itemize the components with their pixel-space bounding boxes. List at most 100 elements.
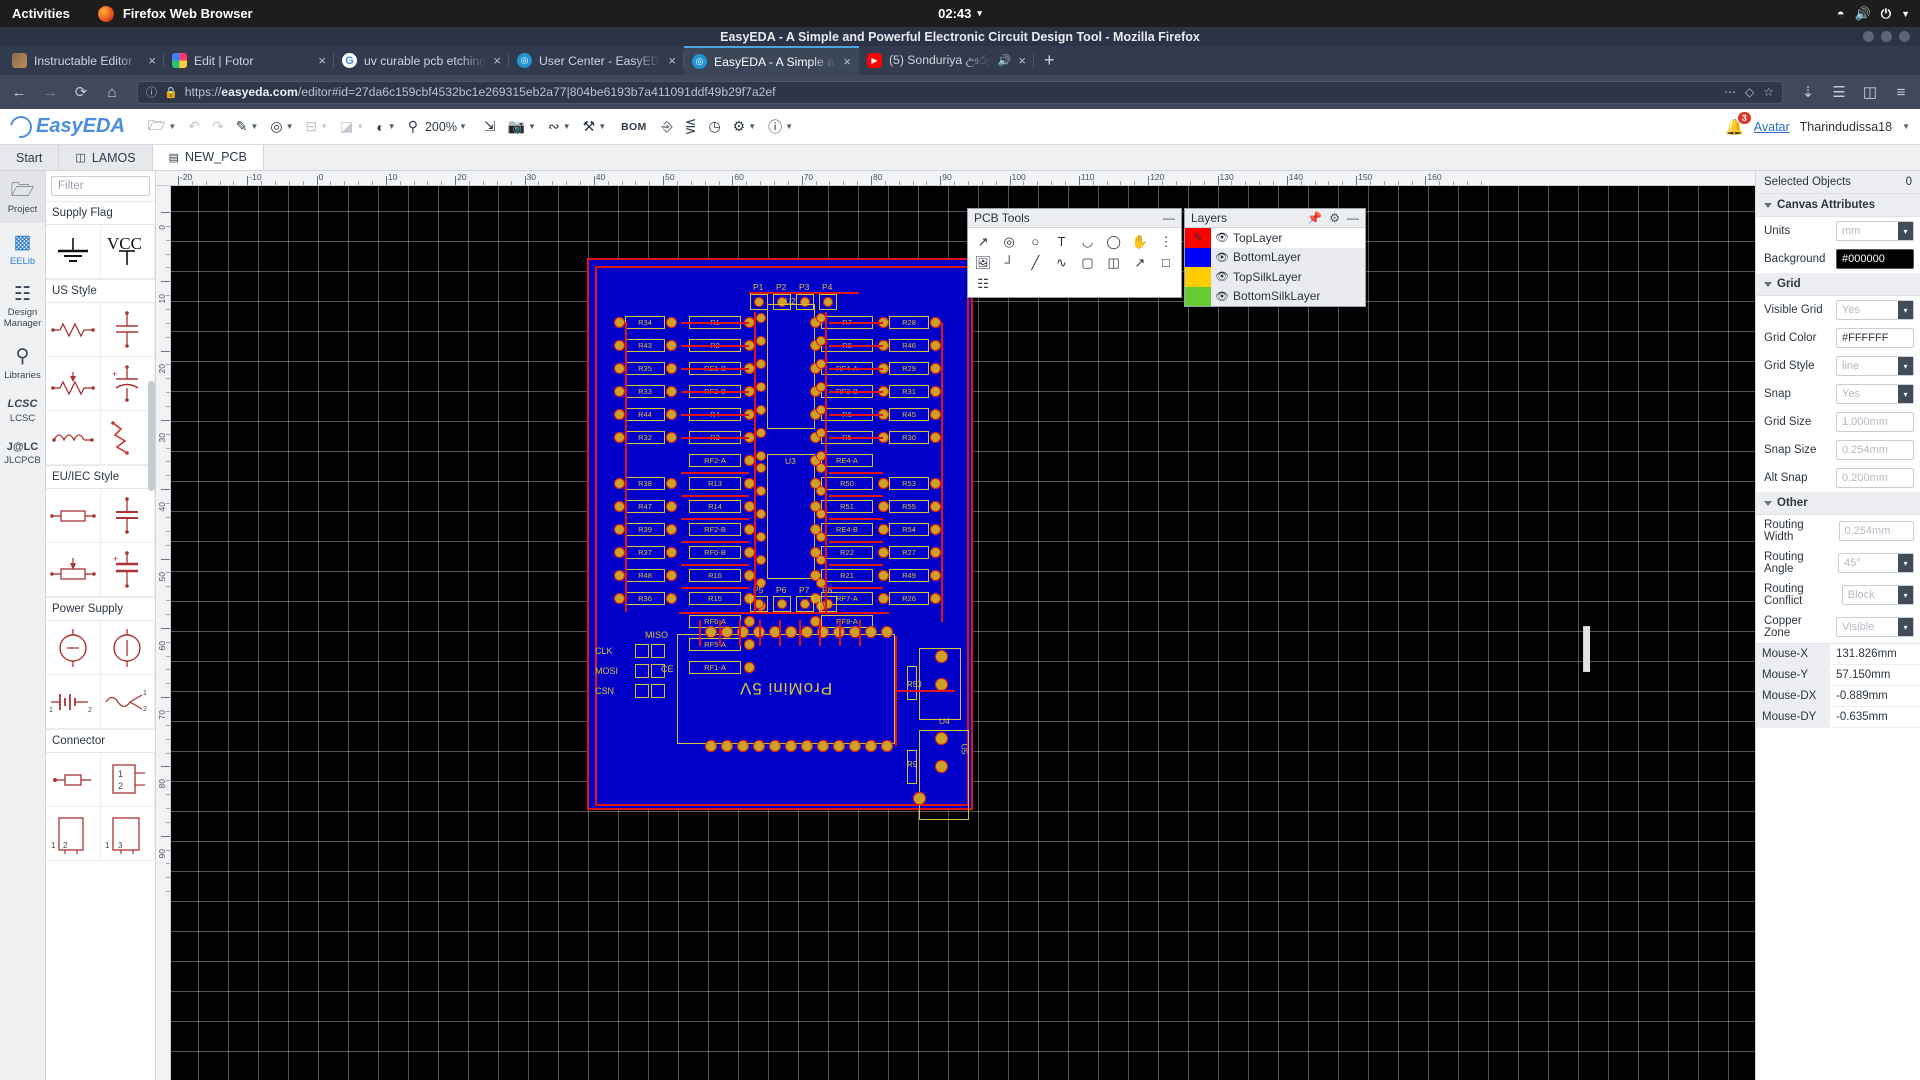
pcb-pad[interactable] xyxy=(613,569,625,581)
layers-panel[interactable]: Layers 📌 ⚙ — ✎ 👁 TopLayer 👁 BottomLayer … xyxy=(1184,208,1366,307)
circle-icon[interactable]: ◯ xyxy=(1101,231,1127,252)
pcb-designator[interactable]: R36 xyxy=(625,592,665,605)
pcb-pad[interactable] xyxy=(665,408,677,420)
pcb-silk-outline[interactable] xyxy=(635,664,649,678)
measure-icon[interactable]: ↗ xyxy=(1127,252,1153,273)
library-filter-input[interactable]: Filter xyxy=(51,176,150,196)
pcb-designator[interactable]: R13 xyxy=(689,477,741,490)
pcb-designator[interactable]: R26 xyxy=(889,592,929,605)
background-color-input[interactable]: #000000 xyxy=(1836,249,1914,269)
pcb-pad[interactable] xyxy=(929,477,941,489)
pcb-pad[interactable] xyxy=(934,677,948,691)
reload-button[interactable]: ⟳ xyxy=(71,83,91,101)
library-item-vcc[interactable]: VCC xyxy=(100,225,155,279)
via-icon[interactable]: ○ xyxy=(1022,231,1048,252)
pcb-trace[interactable] xyxy=(829,472,883,474)
pcb-trace[interactable] xyxy=(754,312,756,612)
tab-audio-icon[interactable]: 🔊 xyxy=(998,54,1012,67)
browser-tab-2[interactable]: Edit | Fotor × xyxy=(164,46,334,75)
pcb-designator[interactable]: RF0-B xyxy=(689,546,741,559)
pcb-silk-outline[interactable] xyxy=(651,684,665,698)
pcb-designator[interactable]: R51 xyxy=(821,500,873,513)
menu-icon[interactable]: ≡ xyxy=(1891,84,1911,101)
pcb-trace[interactable] xyxy=(829,345,883,347)
pcb-canvas[interactable]: P1P2P3P4U2U3R34R1R43R2R35RE1-BR33RF2-BR4… xyxy=(171,186,1755,1080)
pcb-pad[interactable] xyxy=(934,731,948,745)
vertical-ruler[interactable]: 0 10 20 30 40 50 60 70 80 90 xyxy=(156,186,171,1080)
pcb-pad[interactable] xyxy=(877,523,889,535)
library-item-potentiometer-eu[interactable] xyxy=(46,543,101,597)
pcb-pad[interactable] xyxy=(613,339,625,351)
copper-area-icon[interactable]: ◫ xyxy=(1101,252,1127,273)
pcb-pad[interactable] xyxy=(929,408,941,420)
sidebar-item-eelib[interactable]: ▩ EELib xyxy=(0,223,45,275)
pcb-designator[interactable]: R32 xyxy=(625,431,665,444)
pcb-pad[interactable] xyxy=(801,626,813,638)
pcb-designator[interactable]: R29 xyxy=(889,362,929,375)
layer-row-topsilklayer[interactable]: 👁 TopSilkLayer xyxy=(1185,267,1365,287)
pcb-pad[interactable] xyxy=(877,546,889,558)
window-controls[interactable] xyxy=(1863,31,1910,42)
grid-color-input[interactable]: #FFFFFF xyxy=(1836,328,1914,348)
pcb-trace[interactable] xyxy=(681,495,749,497)
pcb-component-outline[interactable] xyxy=(907,666,917,700)
pcb-pad[interactable] xyxy=(877,592,889,604)
track-icon[interactable]: ↗ xyxy=(970,231,996,252)
pin-icon[interactable]: 📌 xyxy=(1307,211,1322,225)
pcb-designator[interactable]: R44 xyxy=(625,408,665,421)
pcb-silk-outline[interactable] xyxy=(651,644,665,658)
library-item-header-2pin[interactable]: 12 xyxy=(100,753,155,807)
pcb-pad[interactable] xyxy=(756,405,766,415)
pcb-trace[interactable] xyxy=(829,518,883,520)
place-tools-button[interactable]: ◎ ▼ xyxy=(265,115,298,138)
layer-color-swatch[interactable] xyxy=(1185,267,1211,287)
pcb-tools-panel[interactable]: PCB Tools — ↗ ◎ ○ T ◡ ◯ ✋ ⋮ 🖼 ┘ ╱ ∿ ▢ ◫ … xyxy=(967,208,1182,298)
pcb-designator[interactable]: R53 xyxy=(889,477,929,490)
pcb-pad[interactable] xyxy=(881,626,893,638)
pcb-trace[interactable] xyxy=(595,266,597,806)
grid-section[interactable]: Grid xyxy=(1756,273,1920,296)
pcb-trace[interactable] xyxy=(679,612,889,614)
import-button[interactable]: ⇲ xyxy=(479,115,501,138)
file-menu-button[interactable]: 🗁 ▼ xyxy=(143,112,181,142)
power-icon[interactable]: ⏻ xyxy=(1881,6,1891,22)
pcb-trace[interactable] xyxy=(699,620,701,646)
pcb-pad[interactable] xyxy=(613,408,625,420)
corner-icon[interactable]: ┘ xyxy=(996,252,1022,273)
pcb-designator[interactable]: RE4-A xyxy=(821,454,873,467)
text-icon[interactable]: T xyxy=(1048,231,1074,252)
rect-icon[interactable]: □ xyxy=(1153,252,1179,273)
pcb-trace[interactable] xyxy=(681,587,749,589)
tab-lamos[interactable]: ◫ LAMOS xyxy=(59,145,153,170)
pcb-pad[interactable] xyxy=(756,428,766,438)
notification-bell-icon[interactable]: 🔔 3 xyxy=(1725,111,1751,136)
pcb-designator[interactable]: RF8-A xyxy=(821,615,873,628)
pcb-designator[interactable]: R46 xyxy=(889,339,929,352)
pcb-pad[interactable] xyxy=(865,626,877,638)
library-item-potentiometer-us[interactable] xyxy=(46,357,101,411)
pcb-designator[interactable]: RE4-B xyxy=(821,523,873,536)
minimize-button[interactable] xyxy=(1863,31,1874,42)
close-icon[interactable]: × xyxy=(493,53,501,68)
pcb-pad[interactable] xyxy=(801,740,813,752)
layer-color-swatch[interactable] xyxy=(1185,286,1211,306)
history-button[interactable]: ◷ xyxy=(703,115,725,138)
pcb-pad[interactable] xyxy=(881,740,893,752)
screenshot-button[interactable]: 📷 ▼ xyxy=(503,115,541,138)
pcb-pad[interactable] xyxy=(849,740,861,752)
visible-grid-select[interactable]: Yes xyxy=(1836,300,1914,320)
page-info-icon[interactable]: ⓘ xyxy=(146,84,157,100)
pcb-component-outline[interactable] xyxy=(907,750,917,784)
pcb-pad[interactable] xyxy=(833,740,845,752)
sidebar-item-libraries[interactable]: ⚲ Libraries xyxy=(0,337,45,389)
pcb-pad[interactable] xyxy=(929,385,941,397)
sidebar-item-lcsc[interactable]: LCSC LCSC xyxy=(0,389,45,432)
library-item-header-4pin[interactable]: 12 xyxy=(46,807,101,861)
pcb-pad[interactable] xyxy=(743,546,755,558)
pcb-pad[interactable] xyxy=(929,523,941,535)
library-item-connector-2pin[interactable] xyxy=(46,753,101,807)
pcb-pad[interactable] xyxy=(613,431,625,443)
align-tools-button[interactable]: ⊟ ▼ xyxy=(301,115,334,138)
pcb-pad[interactable] xyxy=(865,740,877,752)
pcb-pad[interactable] xyxy=(756,509,766,519)
